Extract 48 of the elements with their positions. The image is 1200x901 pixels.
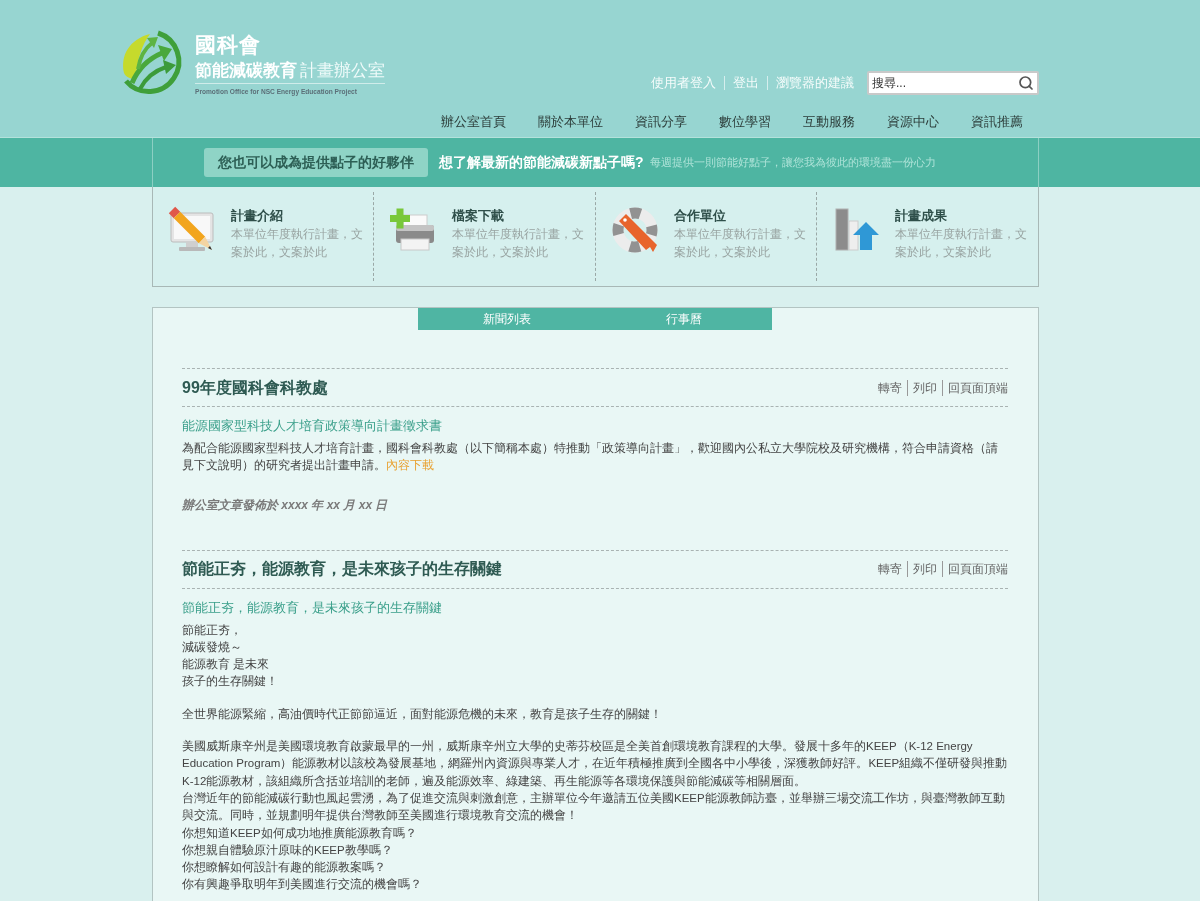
article-action-link[interactable]: 列印 — [907, 561, 942, 578]
nav-item[interactable]: 資源中心 — [887, 114, 939, 130]
body-text: 孩子的生存關鍵！ — [182, 674, 279, 690]
feature-description: 本單位年度執行計畫，文案於此，文案於此 — [673, 226, 807, 261]
partner-button[interactable]: 您也可以成為提供點子的好夥伴 — [204, 148, 428, 177]
feature-description: 本單位年度執行計畫，文案於此，文案於此 — [452, 226, 586, 261]
article-subtitle: 能源國家型科技人才培育政策導向計畫徵求書 — [182, 417, 443, 435]
nav-item[interactable]: 資訊推薦 — [971, 114, 1023, 130]
body-text: 節能正夯， — [182, 622, 243, 638]
article-title: 節能正夯，能源教育，是未來孩子的生存關鍵 — [182, 559, 502, 580]
body-text: 你有興趣爭取明年到美國進行交流的機會嗎？ — [182, 877, 423, 893]
nav-item[interactable]: 辦公室首頁 — [441, 114, 506, 130]
body-text: 全世界能源緊縮，高油價時代正節節逼近，面對能源危機的未來，教育是孩子生存的關鍵！ — [182, 706, 663, 722]
logo-title: 國科會 — [195, 33, 262, 57]
article-action-link[interactable]: 轉寄 — [873, 561, 907, 578]
logo-subtitle: 節能減碳教育 — [195, 60, 297, 80]
article-title: 99年度國科會科教處 — [182, 377, 328, 398]
body-text: 你想瞭解如何設計有趣的能源教案嗎？ — [182, 860, 387, 876]
article-action-link[interactable]: 回頁面頂端 — [942, 561, 1008, 578]
feature-title-link[interactable]: 計畫成果 — [894, 208, 947, 224]
body-text: 你想知道KEEP如何成功地推廣能源教育嗎？ — [182, 825, 418, 841]
feature-description: 本單位年度執行計畫，文案於此，文案於此 — [894, 226, 1028, 261]
nav-item[interactable]: 互動服務 — [803, 114, 855, 130]
nav-item[interactable]: 數位學習 — [719, 114, 771, 130]
body-text: 能源教育 是未來 — [182, 656, 271, 673]
search-icon[interactable] — [1018, 75, 1034, 91]
monitor-pencil-icon — [168, 206, 216, 254]
logo-subtitle-suffix: 計畫辦公室 — [300, 60, 385, 80]
body-text: 台灣近年的節能減碳行動也風起雲湧，為了促進交流與刺激創意，主辦單位今年邀請五位美國KEEP能源教師訪臺，並舉辦三場交流工作坊，與臺灣教師互動與交流。同時，並規劃明年提供台灣教師至美國進行環境教育交流的機會！ — [182, 790, 1006, 824]
feature-title-link[interactable]: 計畫介紹 — [231, 208, 283, 224]
nav-item[interactable]: 資訊分享 — [635, 114, 687, 130]
article-action-link[interactable]: 轉寄 — [873, 379, 907, 396]
feature-title-link[interactable]: 檔案下載 — [452, 208, 505, 224]
promo-tagline: 每週提供一則節能好點子，讓您我為彼此的環境盡一份心力 — [649, 155, 936, 170]
feature-description: 本單位年度執行計畫，文案於此，文案於此 — [231, 226, 364, 261]
article-action-link[interactable]: 列印 — [907, 379, 942, 396]
lifebuoy-ribbon-icon — [610, 206, 659, 254]
body-text: 為配合能源國家型科技人才培育計畫，國科會科教處（以下簡稱本處）特推動「政策導向計畫」，歡迎國內公私立大學院校及研究機構，符合申請資格（請見下文說明）的研究者提出計畫申請。內容下載 — [182, 440, 999, 474]
feature-title-link[interactable]: 合作單位 — [673, 208, 726, 224]
body-text: 美國威斯康辛州是美國環境教育啟蒙最早的一州，威斯康辛州立大學的史蒂芬校區是全美首創環境教育課程的大學。發展十多年的KEEP（K-12 Energy Education Program）能源教材以該校為發展基地，網羅州內資源與專業人才，在近年積極推廣到全國各中小學後，深獲教師好評。KEEP組織不僅研發與推動K-12能源教材，該組織所含括並培訓的老師，遍及能源效率、綠建築、再生能源等各環境保護與節能減碳等相關層面。 — [182, 738, 1008, 789]
body-text: 減碳發燒～ — [182, 639, 243, 655]
body-text: 你想親自體驗原汁原味的KEEP教學嗎？ — [182, 842, 394, 858]
nav-item[interactable]: 關於本單位 — [538, 114, 603, 130]
article-action-link[interactable]: 回頁面頂端 — [942, 379, 1008, 396]
search-field[interactable]: 搜尋... — [867, 71, 1039, 95]
promo-headline: 想了解最新的節能減碳新點子嗎? — [439, 153, 644, 172]
publish-date-text: 辦公室文章發佈於 xxxx 年 xx 月 xx 日 — [182, 496, 389, 514]
article-subtitle: 節能正夯，能源教育，是未來孩子的生存關鍵 — [182, 598, 443, 617]
